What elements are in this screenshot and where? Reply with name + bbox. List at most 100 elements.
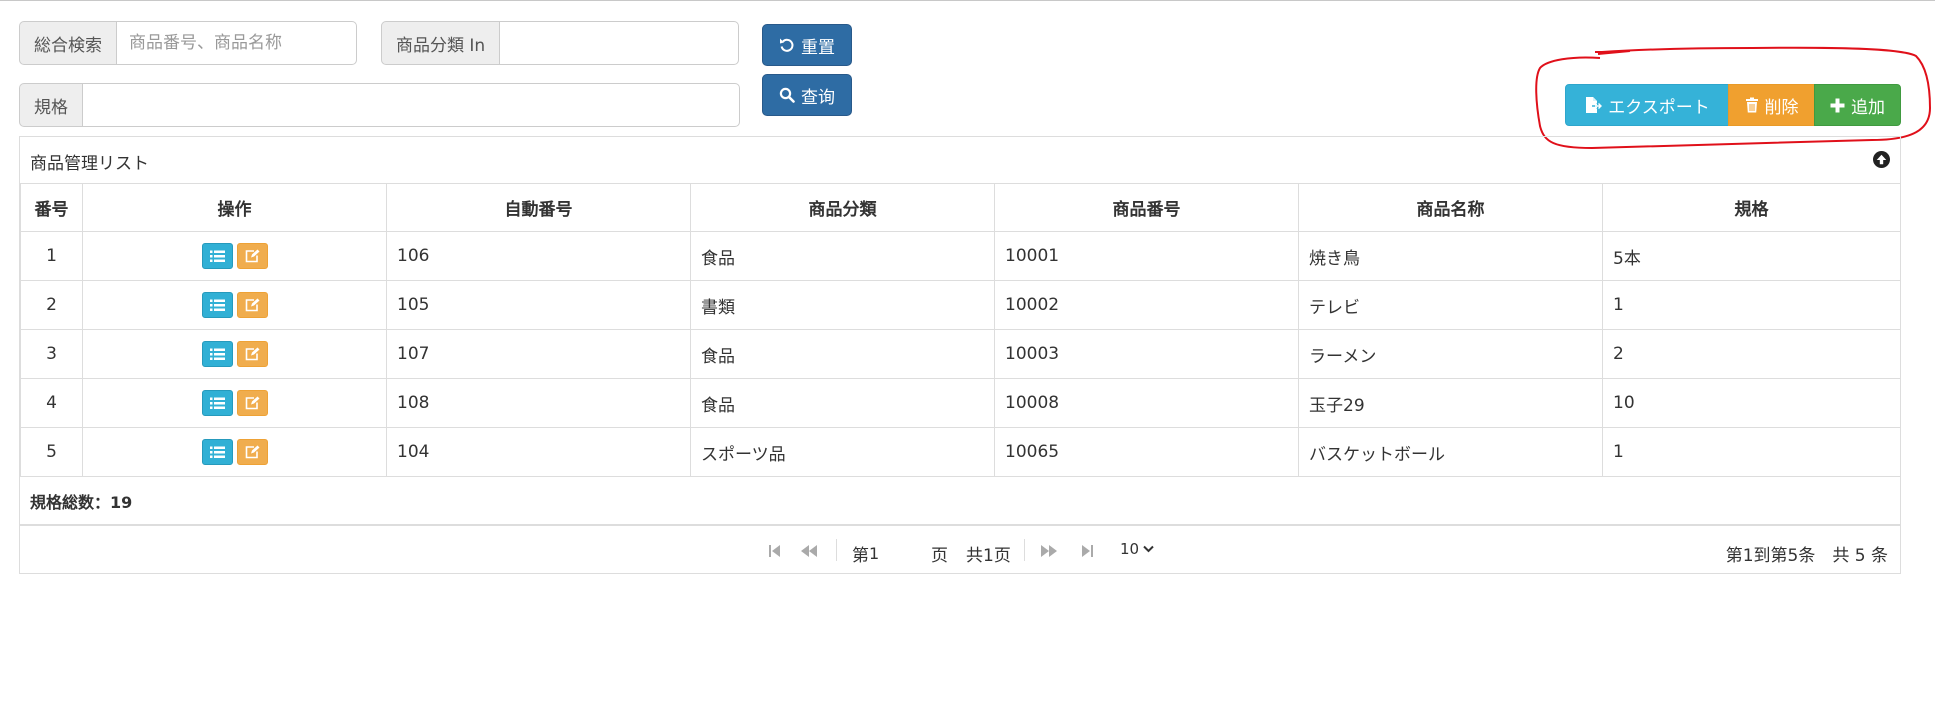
cell-category: 食品 — [690, 231, 995, 281]
cell-category: 書類 — [690, 280, 995, 330]
general-search-label: 総合検索 — [19, 21, 116, 65]
query-button-label: 查询 — [801, 87, 835, 108]
cell-auto-no: 107 — [386, 329, 691, 379]
range-info: 第1到第5条 共 5 条 — [1725, 546, 1888, 566]
cell-code: 10001 — [994, 231, 1299, 281]
cell-no: 5 — [20, 427, 83, 477]
cell-auto-no: 104 — [386, 427, 691, 477]
search-icon — [779, 87, 795, 103]
cell-name: ラーメン — [1298, 329, 1603, 379]
cell-actions — [82, 280, 387, 330]
cell-auto-no: 108 — [386, 378, 691, 428]
list-icon — [209, 299, 225, 311]
pager-divider — [1024, 539, 1025, 561]
cell-name: 焼き鳥 — [1298, 231, 1603, 281]
view-detail-button[interactable] — [201, 390, 233, 416]
view-detail-button[interactable] — [201, 439, 233, 465]
cell-actions — [82, 329, 387, 379]
table-header-row: 番号 操作 自動番号 商品分類 商品番号 商品名称 規格 — [20, 183, 1901, 232]
cell-code: 10008 — [994, 378, 1299, 428]
edit-button[interactable] — [236, 341, 268, 367]
spec-filter-input[interactable] — [82, 83, 740, 127]
total-pages: 共1页 — [966, 546, 1011, 566]
query-button[interactable]: 查询 — [762, 74, 852, 116]
general-search-input[interactable] — [116, 21, 357, 65]
add-button[interactable]: 追加 — [1814, 84, 1901, 126]
page-prefix: 第 — [852, 546, 869, 566]
collapse-up-icon[interactable] — [1873, 151, 1890, 168]
cell-name: テレビ — [1298, 280, 1603, 330]
prev-page-icon[interactable] — [800, 542, 818, 560]
cell-actions — [82, 378, 387, 428]
cell-actions — [82, 231, 387, 281]
export-button-label: エクスポート — [1608, 97, 1710, 118]
last-page-icon[interactable] — [1078, 542, 1096, 560]
cell-spec: 1 — [1602, 280, 1901, 330]
edit-icon — [245, 249, 259, 263]
category-filter-label: 商品分類 In — [381, 21, 500, 65]
cell-auto-no: 106 — [386, 231, 691, 281]
edit-icon — [245, 347, 259, 361]
view-detail-button[interactable] — [201, 341, 233, 367]
page-size-value: 10 — [1120, 540, 1140, 558]
first-page-icon[interactable] — [766, 542, 784, 560]
table-row: 5 104 スポーツ品 10065 バスケットボール 1 — [20, 427, 1901, 477]
pagination-bar: 第 页 共1页 10 第1到第5条 共 5 条 — [20, 527, 1900, 573]
cell-auto-no: 105 — [386, 280, 691, 330]
table-footer-total: 規格総数：19 — [20, 477, 1900, 526]
product-list-panel: 商品管理リスト 番号 操作 自動番号 商品分類 商品番号 商品名称 規格 1 10… — [19, 136, 1901, 574]
cell-spec: 1 — [1602, 427, 1901, 477]
edit-button[interactable] — [236, 243, 268, 269]
edit-icon — [245, 396, 259, 410]
cell-code: 10002 — [994, 280, 1299, 330]
col-header-spec[interactable]: 規格 — [1602, 183, 1901, 232]
top-border — [0, 0, 1935, 1]
cell-code: 10003 — [994, 329, 1299, 379]
cell-spec: 2 — [1602, 329, 1901, 379]
table-row: 3 107 食品 10003 ラーメン 2 — [20, 329, 1901, 379]
chevron-down-icon — [1143, 545, 1154, 553]
list-icon — [209, 348, 225, 360]
delete-button[interactable]: 削除 — [1728, 84, 1815, 126]
cell-no: 4 — [20, 378, 83, 428]
general-search-group: 総合検索 — [19, 21, 361, 65]
edit-icon — [245, 298, 259, 312]
next-page-icon[interactable] — [1040, 542, 1058, 560]
category-filter-input[interactable] — [499, 21, 740, 65]
reset-button-label: 重置 — [801, 37, 835, 58]
edit-button[interactable] — [236, 390, 268, 416]
view-detail-button[interactable] — [201, 243, 233, 269]
product-table: 番号 操作 自動番号 商品分類 商品番号 商品名称 規格 1 106 食品 10001… — [20, 183, 1901, 477]
cell-no: 2 — [20, 280, 83, 330]
page-suffix: 页 — [931, 546, 948, 566]
cell-name: 玉子29 — [1298, 378, 1603, 428]
cell-actions — [82, 427, 387, 477]
page-size-select[interactable]: 10 — [1114, 538, 1160, 560]
cell-name: バスケットボール — [1298, 427, 1603, 477]
list-icon — [209, 250, 225, 262]
category-filter-group: 商品分類 In — [381, 21, 742, 65]
col-header-code[interactable]: 商品番号 — [994, 183, 1299, 232]
cell-spec: 5本 — [1602, 231, 1901, 281]
export-button[interactable]: エクスポート — [1565, 84, 1729, 126]
table-row: 2 105 書類 10002 テレビ 1 — [20, 280, 1901, 330]
col-header-name[interactable]: 商品名称 — [1298, 183, 1603, 232]
trash-icon — [1745, 97, 1758, 113]
spec-filter-group: 規格 — [19, 83, 742, 127]
reset-button[interactable]: 重置 — [762, 24, 852, 66]
delete-button-label: 削除 — [1764, 97, 1799, 118]
col-header-auto-no[interactable]: 自動番号 — [386, 183, 691, 232]
page-indicator: 第 页 共1页 — [852, 541, 1011, 566]
edit-button[interactable] — [236, 439, 268, 465]
view-detail-button[interactable] — [201, 292, 233, 318]
edit-icon — [245, 445, 259, 459]
file-export-icon — [1586, 97, 1603, 113]
col-header-no[interactable]: 番号 — [20, 183, 83, 232]
pager-divider — [836, 539, 837, 561]
list-icon — [209, 446, 225, 458]
cell-code: 10065 — [994, 427, 1299, 477]
col-header-category[interactable]: 商品分類 — [690, 183, 995, 232]
plus-icon — [1830, 98, 1845, 112]
edit-button[interactable] — [236, 292, 268, 318]
page-number-input[interactable] — [869, 544, 913, 563]
